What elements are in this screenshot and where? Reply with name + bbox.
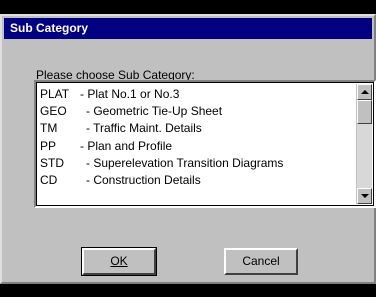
arrow-down-icon [361,194,369,198]
arrow-up-icon [361,90,369,94]
ok-button-label: OK [110,254,128,268]
sub-category-dialog: Sub Category Please choose Sub Category:… [0,14,376,284]
list-item-code: PLAT [40,87,70,101]
list-item-code: GEO [40,104,67,119]
list-items: PLAT - Plat No.1 or No.3 GEO - Geometric… [40,86,354,189]
sub-category-listbox[interactable]: PLAT - Plat No.1 or No.3 GEO - Geometric… [34,80,376,208]
list-item-tm[interactable]: TM - Traffic Maint. Details [40,120,354,137]
dialog-title: Sub Category [4,18,372,39]
scroll-up-button[interactable] [357,84,372,100]
list-scrollbar[interactable] [356,84,372,204]
list-item-code: STD [40,155,64,170]
list-item-code: CD [40,172,58,187]
list-item-desc: - Traffic Maint. Details [86,121,202,136]
list-item-pp[interactable]: PP - Plan and Profile [40,138,354,155]
scroll-thumb[interactable] [357,100,372,124]
list-item-desc: - Construction Details [86,172,201,187]
scroll-down-button[interactable] [357,188,372,204]
list-item-cd[interactable]: CD - Construction Details [40,172,354,189]
list-item-std[interactable]: STD - Superelevation Transition Diagrams [40,155,354,172]
cancel-button-label: Cancel [242,254,280,268]
list-item-desc: - Geometric Tie-Up Sheet [86,104,223,119]
list-item-code: TM [40,121,58,136]
list-item-desc: - Plat No.1 or No.3 [80,87,180,101]
list-item-plat[interactable]: PLAT - Plat No.1 or No.3 [40,86,354,103]
cancel-button[interactable]: Cancel [224,248,298,275]
list-item-code: PP [40,138,57,153]
list-item-desc: - Plan and Profile [80,138,173,153]
list-item-geo[interactable]: GEO - Geometric Tie-Up Sheet [40,103,354,120]
ok-button[interactable]: OK [81,247,157,276]
list-item-desc: - Superelevation Transition Diagrams [86,155,284,170]
